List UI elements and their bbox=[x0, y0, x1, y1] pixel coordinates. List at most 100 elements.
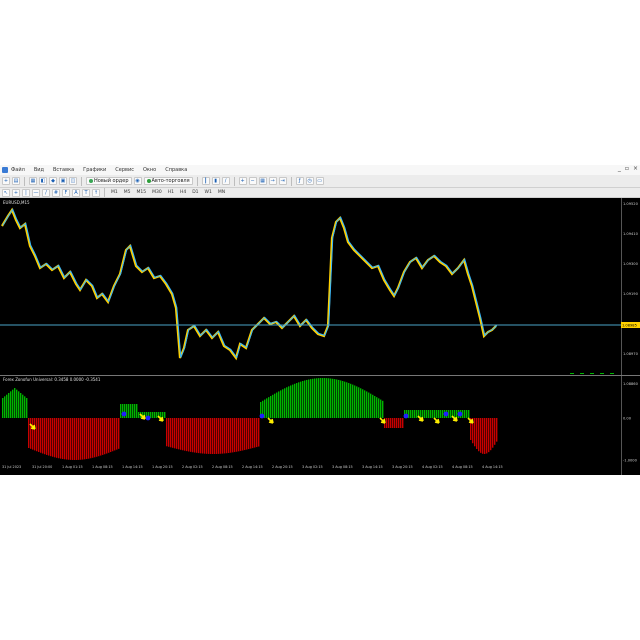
signal-marker bbox=[259, 413, 265, 419]
vertical-line-icon[interactable]: | bbox=[22, 188, 30, 197]
histogram-bar bbox=[298, 382, 300, 418]
histogram-bar bbox=[246, 418, 248, 450]
symbol-label: EURUSD,M15 bbox=[3, 200, 30, 205]
time-tick-label: 2 Aug 14:15 bbox=[242, 465, 263, 469]
histogram-bar bbox=[350, 383, 352, 418]
histogram-bar bbox=[94, 418, 96, 458]
crosshair-icon[interactable]: + bbox=[12, 188, 20, 197]
market-watch-icon[interactable]: ▦ bbox=[29, 177, 37, 185]
menu-help[interactable]: Справка bbox=[165, 167, 187, 173]
histogram-bar bbox=[282, 389, 284, 418]
menu-window[interactable]: Окно bbox=[143, 167, 156, 173]
candle-chart-icon[interactable]: ▮ bbox=[211, 177, 220, 185]
time-tick-label: 3 Aug 20:15 bbox=[392, 465, 413, 469]
histogram-bar bbox=[224, 418, 226, 454]
histogram-bar bbox=[86, 418, 88, 460]
timeframe-m5[interactable]: M5 bbox=[122, 190, 133, 195]
oscillator-tick-label: 0.00 bbox=[623, 417, 632, 421]
histogram-bar bbox=[476, 418, 478, 449]
histogram-bar bbox=[484, 418, 486, 454]
arrow-icon[interactable]: ↑ bbox=[92, 188, 100, 197]
zoom-out-icon[interactable]: − bbox=[248, 177, 257, 185]
tester-icon[interactable]: ◫ bbox=[69, 177, 77, 185]
menu-charts[interactable]: Графики bbox=[83, 167, 106, 173]
time-tick-label: 1 Aug 08:15 bbox=[92, 465, 113, 469]
fibonacci-icon[interactable]: F bbox=[62, 188, 70, 197]
new-chart-icon[interactable]: + bbox=[2, 177, 10, 185]
profiles-icon[interactable]: ▤ bbox=[12, 177, 20, 185]
horizontal-line-icon[interactable]: — bbox=[32, 188, 40, 197]
histogram-bar bbox=[366, 391, 368, 418]
histogram-bar bbox=[98, 418, 100, 457]
autotrading-button[interactable]: Авто-торговля bbox=[143, 177, 193, 185]
minimize-icon[interactable]: _ bbox=[618, 165, 621, 172]
text-icon[interactable]: A bbox=[72, 188, 80, 197]
indicators-icon[interactable]: ƒ bbox=[295, 177, 304, 185]
menu-bar: Файл Вид Вставка Графики Сервис Окно Спр… bbox=[0, 165, 640, 175]
timeframe-h1[interactable]: H1 bbox=[166, 190, 176, 195]
histogram-bar bbox=[236, 418, 238, 452]
channel-icon[interactable]: # bbox=[52, 188, 60, 197]
histogram-bar bbox=[368, 392, 370, 418]
histogram-bar bbox=[328, 378, 330, 418]
timeframe-m30[interactable]: M30 bbox=[150, 190, 164, 195]
navigator-icon[interactable]: ◆ bbox=[49, 177, 57, 185]
timeframe-w1[interactable]: W1 bbox=[203, 190, 214, 195]
data-window-icon[interactable]: ◧ bbox=[39, 177, 47, 185]
histogram-bar bbox=[312, 378, 314, 418]
histogram-bar bbox=[76, 418, 78, 460]
tile-icon[interactable]: ▦ bbox=[258, 177, 267, 185]
terminal-icon[interactable]: ▣ bbox=[59, 177, 67, 185]
histogram-bar bbox=[78, 418, 80, 460]
histogram-bar bbox=[270, 395, 272, 418]
histogram-bar bbox=[468, 410, 470, 418]
histogram-bar bbox=[490, 418, 492, 451]
histogram-bar bbox=[130, 404, 132, 418]
current-price-label: 1.08985 bbox=[622, 324, 637, 328]
restore-icon[interactable]: ▫ bbox=[625, 165, 629, 172]
histogram-bar bbox=[166, 418, 168, 447]
signal-dash bbox=[580, 373, 584, 374]
histogram-bar bbox=[42, 418, 44, 454]
timeframe-d1[interactable]: D1 bbox=[190, 190, 200, 195]
histogram-bar bbox=[212, 418, 214, 454]
signal-dash bbox=[610, 373, 614, 374]
new-order-button[interactable]: Новый ордер bbox=[86, 177, 132, 185]
menu-file[interactable]: Файл bbox=[11, 167, 25, 173]
line-chart-icon[interactable]: ∕ bbox=[221, 177, 230, 185]
trendline-icon[interactable]: / bbox=[42, 188, 50, 197]
timeframe-h4[interactable]: H4 bbox=[178, 190, 188, 195]
histogram-bar bbox=[332, 378, 334, 418]
histogram-bar bbox=[276, 392, 278, 418]
menu-insert[interactable]: Вставка bbox=[53, 167, 74, 173]
histogram-bar bbox=[164, 412, 166, 418]
histogram-bar bbox=[40, 418, 42, 453]
periods-icon[interactable]: ◷ bbox=[305, 177, 314, 185]
templates-icon[interactable]: ▭ bbox=[315, 177, 324, 185]
histogram-bar bbox=[28, 418, 30, 448]
histogram-bar bbox=[402, 418, 404, 428]
histogram-bar bbox=[60, 418, 62, 459]
label-icon[interactable]: T bbox=[82, 188, 90, 197]
histogram-bar bbox=[266, 398, 268, 418]
cursor-icon[interactable]: ↖ bbox=[2, 188, 10, 197]
histogram-bar bbox=[290, 385, 292, 418]
bar-chart-icon[interactable]: ┃ bbox=[201, 177, 210, 185]
histogram-bar bbox=[390, 418, 392, 428]
time-tick-label: 4 Aug 14:15 bbox=[482, 465, 503, 469]
menu-tools[interactable]: Сервис bbox=[115, 167, 134, 173]
metaeditor-icon[interactable]: ◉ bbox=[133, 177, 142, 185]
histogram-bar bbox=[464, 410, 466, 418]
chart-canvas[interactable]: 1.095201.094101.093001.091901.090801.089… bbox=[0, 198, 640, 475]
timeframe-m15[interactable]: M15 bbox=[135, 190, 149, 195]
histogram-bar bbox=[440, 410, 442, 418]
autoscroll-icon[interactable]: → bbox=[268, 177, 277, 185]
timeframe-m1[interactable]: M1 bbox=[109, 190, 120, 195]
chart-shift-icon[interactable]: ⇥ bbox=[278, 177, 287, 185]
histogram-bar bbox=[456, 410, 458, 418]
time-tick-label: 2 Aug 08:15 bbox=[212, 465, 233, 469]
timeframe-mn[interactable]: MN bbox=[216, 190, 227, 195]
menu-view[interactable]: Вид bbox=[34, 167, 44, 173]
zoom-in-icon[interactable]: + bbox=[238, 177, 247, 185]
close-icon[interactable]: × bbox=[633, 165, 638, 172]
